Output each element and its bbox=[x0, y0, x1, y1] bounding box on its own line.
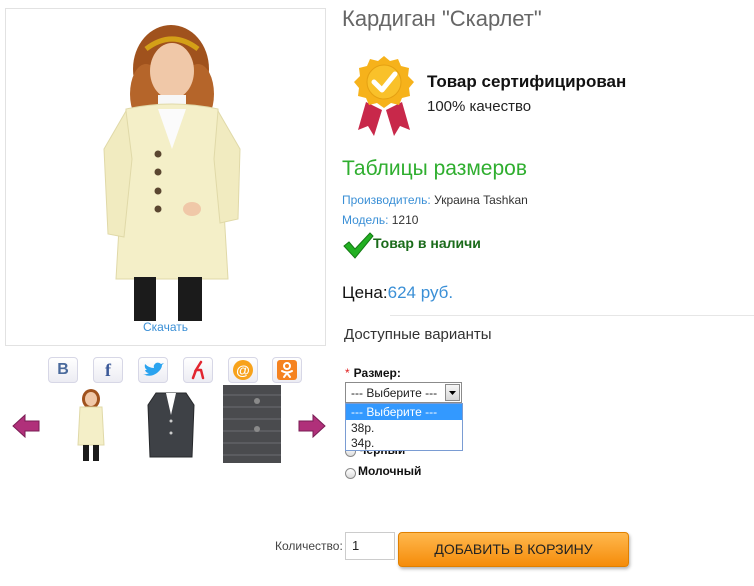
certified-badge-icon bbox=[352, 54, 416, 143]
twitter-icon[interactable] bbox=[138, 357, 168, 383]
thumbnail-dark-cardigan bbox=[147, 392, 195, 458]
size-select[interactable]: --- Выберите --- bbox=[345, 382, 462, 403]
model-line: Модель: 1210 bbox=[342, 213, 418, 227]
color-label-milk: Молочный bbox=[358, 464, 422, 478]
manufacturer-value: Украина Tashkan bbox=[434, 193, 528, 207]
facebook-icon[interactable]: f bbox=[93, 357, 123, 383]
mailru-glyph: @ bbox=[236, 362, 250, 378]
divider bbox=[390, 315, 754, 316]
product-title: Кардиган "Скарлет" bbox=[342, 6, 542, 31]
stock-status: Товар в наличи bbox=[373, 235, 481, 251]
dropdown-triangle bbox=[449, 391, 456, 395]
facebook-glyph: f bbox=[105, 359, 111, 380]
thumbnail-knit-closeup bbox=[223, 385, 281, 463]
mailru-circle: @ bbox=[233, 360, 253, 380]
prev-arrow-icon[interactable] bbox=[12, 413, 40, 439]
size-option-38[interactable]: 38р. bbox=[346, 420, 462, 436]
thumbnail-2[interactable] bbox=[142, 385, 200, 463]
size-select-value: --- Выберите --- bbox=[351, 386, 438, 400]
odnoklassniki-glyph bbox=[191, 360, 205, 380]
quantity-label: Количество: bbox=[275, 539, 343, 553]
size-label-text: Размер: bbox=[353, 366, 401, 380]
price-value: 624 руб. bbox=[387, 283, 454, 302]
ok-icon[interactable] bbox=[272, 357, 302, 383]
size-option-34[interactable]: 34р. bbox=[346, 435, 462, 451]
thumbnail-cardigan-photo bbox=[77, 389, 105, 461]
main-product-image[interactable]: Скачать bbox=[5, 8, 326, 346]
variants-heading: Доступные варианты bbox=[344, 326, 492, 343]
download-link[interactable]: Скачать bbox=[6, 320, 325, 334]
ok-glyph bbox=[277, 360, 297, 380]
green-check-shape bbox=[343, 232, 374, 259]
badge-shape bbox=[354, 56, 414, 136]
add-to-cart-button[interactable]: ДОБАВИТЬ В КОРЗИНУ bbox=[398, 532, 629, 567]
manufacturer-label[interactable]: Производитель: bbox=[342, 193, 431, 207]
checkmark-icon bbox=[342, 231, 374, 264]
vk-glyph: В bbox=[57, 361, 69, 378]
certificate-subtitle: 100% качество bbox=[427, 98, 532, 115]
thumbnail-1[interactable] bbox=[62, 385, 120, 463]
odnoklassniki-icon[interactable] bbox=[183, 357, 213, 383]
model-value: 1210 bbox=[391, 213, 419, 227]
size-tables-link[interactable]: Таблицы размеров bbox=[342, 157, 527, 181]
next-arrow-icon[interactable] bbox=[298, 413, 326, 439]
vk-icon[interactable]: В bbox=[48, 357, 78, 383]
chevron-down-icon[interactable] bbox=[445, 384, 460, 401]
color-radio-milk[interactable] bbox=[345, 468, 356, 479]
left-arrow-shape bbox=[12, 413, 40, 439]
size-dropdown-list: --- Выберите --- 38р. 34р. bbox=[345, 403, 463, 451]
right-arrow-shape bbox=[298, 413, 326, 439]
size-label: * Размер: bbox=[345, 366, 401, 380]
price-label: Цена: bbox=[342, 283, 388, 302]
price: Цена:624 руб. bbox=[342, 283, 453, 303]
cardigan-photo bbox=[103, 25, 241, 321]
quantity-input[interactable]: 1 bbox=[345, 532, 395, 560]
size-option-placeholder[interactable]: --- Выберите --- bbox=[346, 404, 462, 420]
thumbnail-3[interactable] bbox=[223, 385, 281, 463]
certificate-title: Товар сертифицирован bbox=[427, 72, 627, 91]
required-mark: * bbox=[345, 366, 350, 380]
manufacturer-line: Производитель: Украина Tashkan bbox=[342, 193, 528, 207]
mailru-icon[interactable]: @ bbox=[228, 357, 258, 383]
model-label: Модель: bbox=[342, 213, 389, 227]
twitter-bird-icon bbox=[143, 362, 164, 376]
